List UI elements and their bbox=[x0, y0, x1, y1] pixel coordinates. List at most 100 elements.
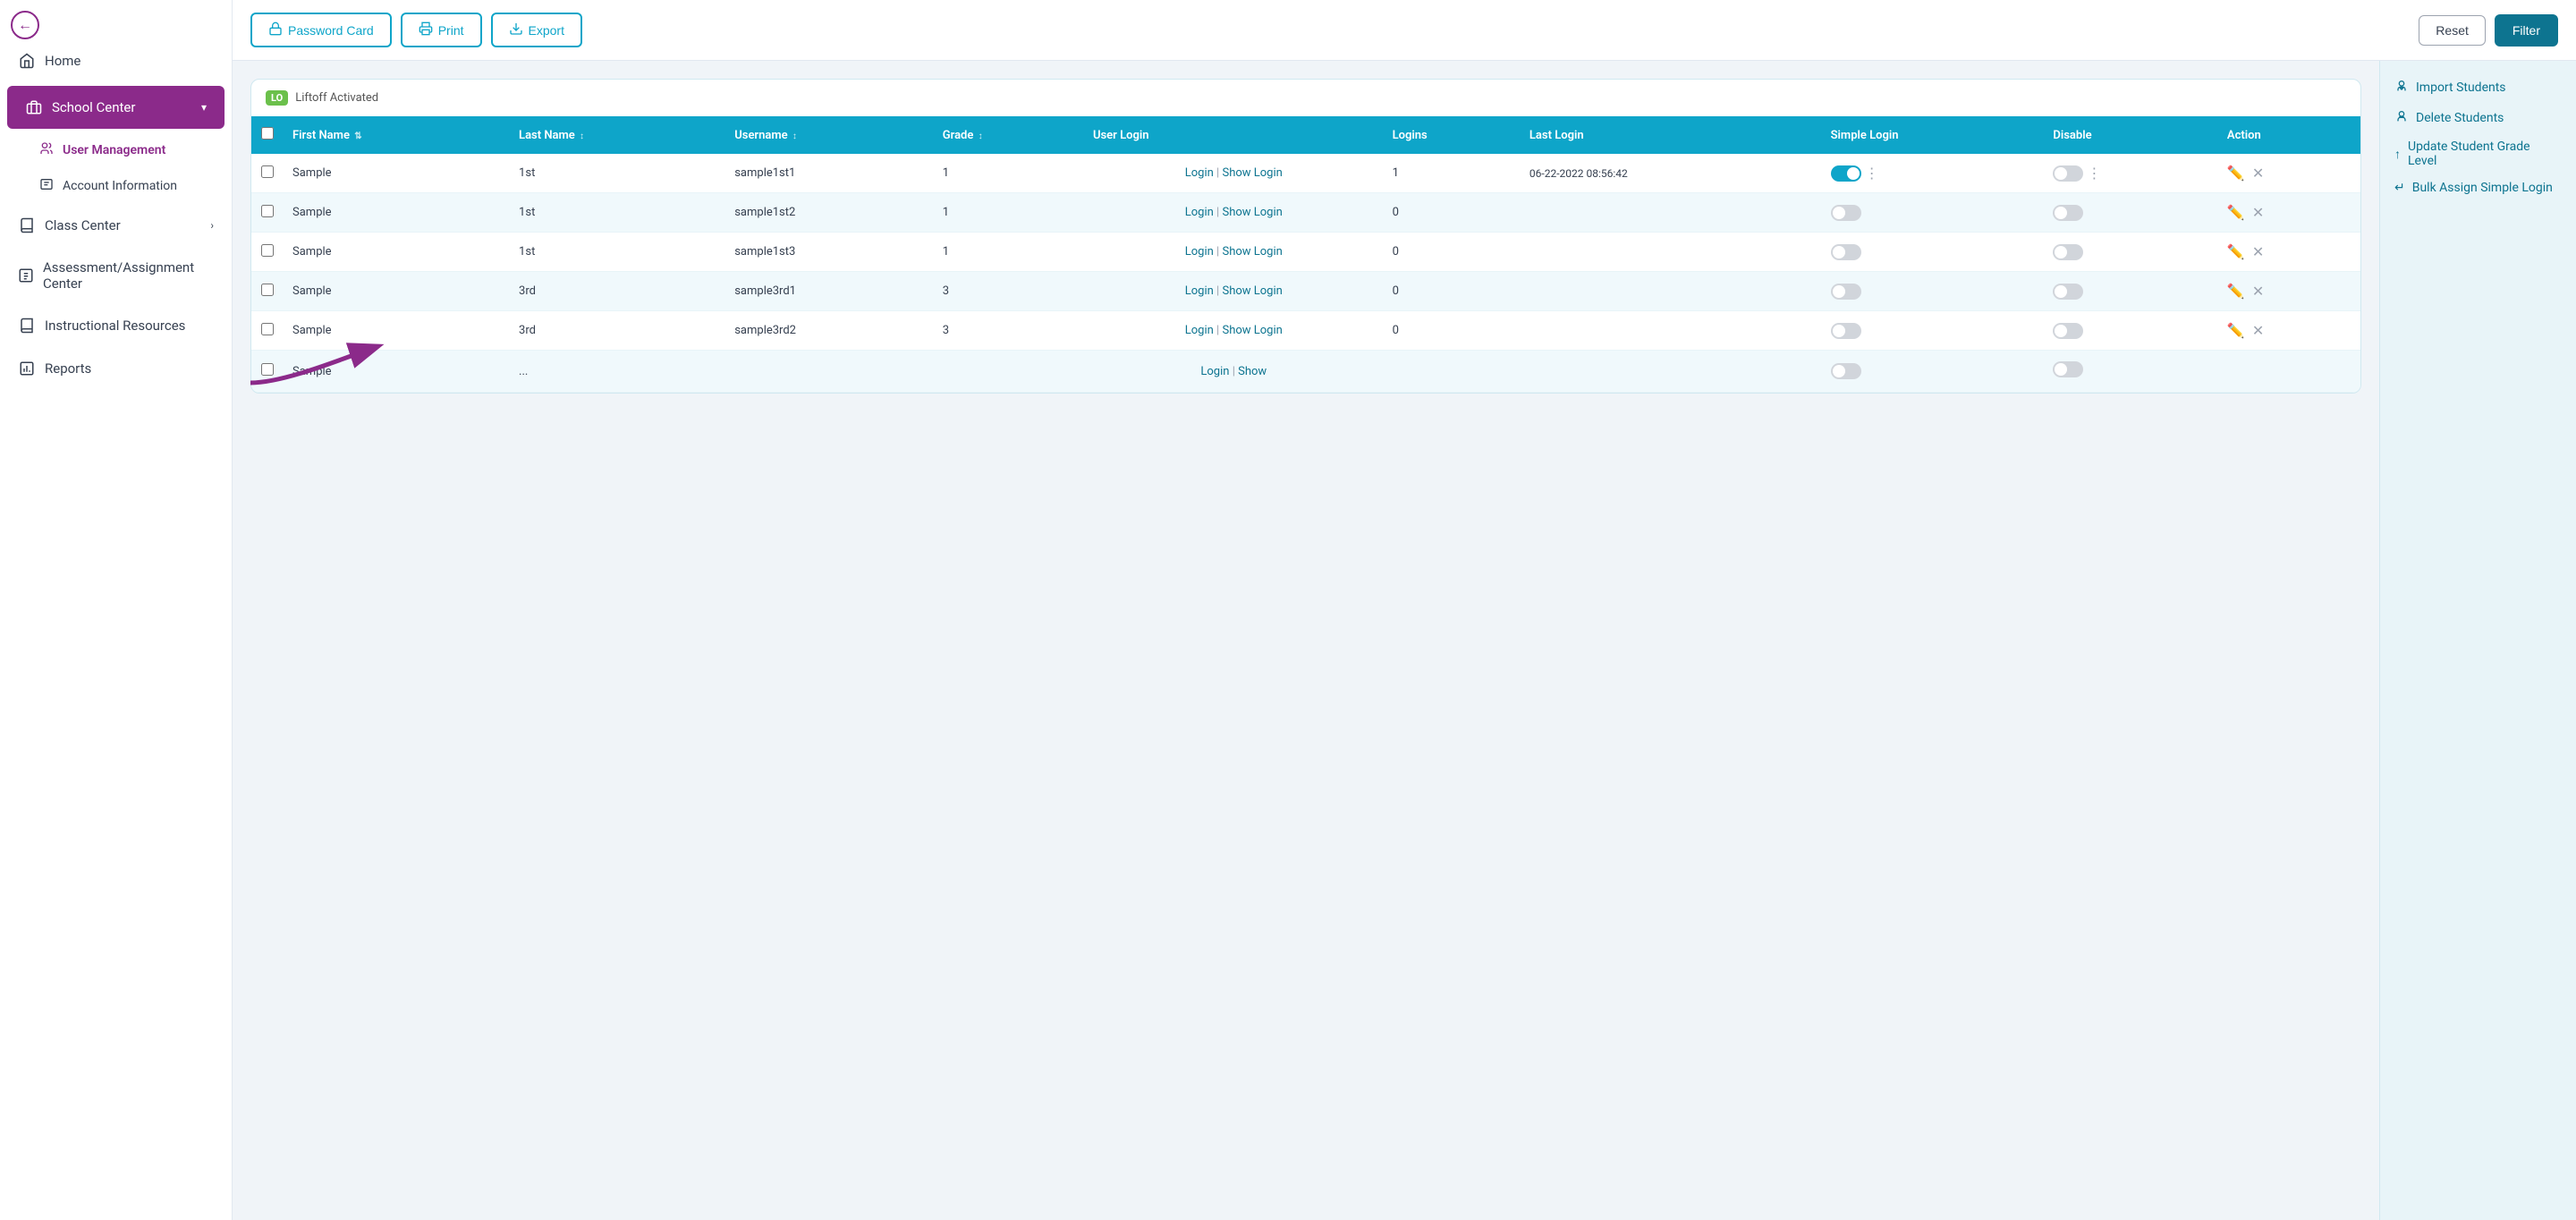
last-name-cell: 1st bbox=[510, 154, 725, 193]
disable-toggle[interactable] bbox=[2053, 284, 2083, 300]
export-button[interactable]: Export bbox=[491, 13, 582, 47]
sort-icon-grade[interactable]: ↕ bbox=[979, 131, 983, 141]
table-row: Sample ... Login | Show bbox=[251, 351, 2360, 393]
edit-button[interactable]: ✏️ bbox=[2227, 283, 2245, 300]
password-card-button[interactable]: Password Card bbox=[250, 13, 392, 47]
import-students-link[interactable]: Import Students bbox=[2394, 79, 2562, 97]
table-header-action: Action bbox=[2218, 116, 2360, 154]
delete-button[interactable]: ✕ bbox=[2252, 322, 2264, 339]
print-button[interactable]: Print bbox=[401, 13, 482, 47]
select-all-checkbox[interactable] bbox=[261, 127, 274, 140]
login-link[interactable]: Login bbox=[1185, 245, 1214, 258]
sidebar-item-class-center[interactable]: Class Center › bbox=[0, 204, 232, 247]
action-cell: ✏️ ✕ bbox=[2218, 272, 2360, 311]
sidebar-item-home[interactable]: Home bbox=[0, 39, 232, 82]
login-link[interactable]: Login bbox=[1185, 324, 1214, 337]
first-name-cell: Sample bbox=[284, 193, 510, 233]
delete-button[interactable]: ✕ bbox=[2252, 165, 2264, 182]
class-icon bbox=[18, 216, 36, 234]
simple-login-toggle[interactable] bbox=[1831, 165, 1861, 182]
back-button[interactable]: ← bbox=[11, 11, 39, 39]
row-checkbox[interactable] bbox=[261, 244, 274, 257]
bulk-assign-link[interactable]: ↵ Bulk Assign Simple Login bbox=[2394, 181, 2562, 195]
resources-icon bbox=[18, 317, 36, 335]
reports-icon bbox=[18, 360, 36, 377]
disable-cell: ⋮ bbox=[2044, 154, 2217, 193]
username-cell: sample3rd2 bbox=[725, 311, 934, 351]
username-cell: sample3rd1 bbox=[725, 272, 934, 311]
row-checkbox[interactable] bbox=[261, 363, 274, 376]
sidebar-item-assessment-center[interactable]: Assessment/Assignment Center bbox=[0, 247, 232, 304]
disable-toggle[interactable] bbox=[2053, 323, 2083, 339]
login-link[interactable]: Login bbox=[1185, 284, 1214, 298]
simple-login-toggle[interactable] bbox=[1831, 284, 1861, 300]
export-icon bbox=[509, 21, 523, 38]
simple-login-cell bbox=[1822, 233, 2045, 272]
row-checkbox[interactable] bbox=[261, 284, 274, 296]
edit-button[interactable]: ✏️ bbox=[2227, 322, 2245, 339]
simple-login-toggle[interactable] bbox=[1831, 244, 1861, 260]
user-login-cell: Login | Show Login bbox=[1084, 272, 1384, 311]
logins-cell: 0 bbox=[1384, 233, 1521, 272]
grade-cell: 1 bbox=[934, 233, 1084, 272]
disable-toggle[interactable] bbox=[2053, 205, 2083, 221]
edit-button[interactable]: ✏️ bbox=[2227, 204, 2245, 221]
delete-students-link[interactable]: Delete Students bbox=[2394, 109, 2562, 127]
filter-button[interactable]: Filter bbox=[2495, 14, 2558, 47]
sort-icon[interactable]: ⇅ bbox=[354, 131, 361, 141]
sort-icon-username[interactable]: ↕ bbox=[792, 131, 797, 141]
show-login-link[interactable]: Show Login bbox=[1222, 324, 1282, 337]
students-table: First Name ⇅ Last Name ↕ Username ↕ Grad… bbox=[251, 116, 2360, 393]
table-row: Sample 3rd sample3rd2 3 Login | Show Log… bbox=[251, 311, 2360, 351]
sidebar-item-account-information[interactable]: Account Information bbox=[0, 168, 232, 204]
account-information-label: Account Information bbox=[63, 179, 177, 193]
disable-toggle[interactable] bbox=[2053, 165, 2083, 182]
table-header-grade: Grade ↕ bbox=[934, 116, 1084, 154]
last-login-cell bbox=[1521, 311, 1822, 351]
update-grade-level-link[interactable]: ↑ Update Student Grade Level bbox=[2394, 140, 2562, 168]
disable-toggle[interactable] bbox=[2053, 244, 2083, 260]
print-icon bbox=[419, 21, 433, 38]
simple-login-toggle[interactable] bbox=[1831, 363, 1861, 379]
logins-cell: 1 bbox=[1384, 154, 1521, 193]
delete-button[interactable]: ✕ bbox=[2252, 283, 2264, 300]
grade-cell: 1 bbox=[934, 193, 1084, 233]
show-login-link[interactable]: Show Login bbox=[1222, 245, 1282, 258]
simple-login-toggle[interactable] bbox=[1831, 323, 1861, 339]
edit-button[interactable]: ✏️ bbox=[2227, 243, 2245, 260]
simple-login-toggle[interactable] bbox=[1831, 205, 1861, 221]
login-link[interactable]: Login bbox=[1185, 206, 1214, 219]
grade-cell bbox=[934, 351, 1084, 393]
login-link[interactable]: Login bbox=[1200, 365, 1229, 378]
row-checkbox[interactable] bbox=[261, 165, 274, 178]
delete-button[interactable]: ✕ bbox=[2252, 243, 2264, 260]
row-checkbox[interactable] bbox=[261, 323, 274, 335]
edit-button[interactable]: ✏️ bbox=[2227, 165, 2245, 182]
show-login-link[interactable]: Show Login bbox=[1222, 206, 1282, 219]
disable-toggle[interactable] bbox=[2053, 361, 2083, 377]
chevron-down-icon: ▾ bbox=[201, 101, 207, 114]
toolbar: Password Card Print Export Reset Filter bbox=[233, 0, 2576, 61]
login-link[interactable]: Login bbox=[1185, 166, 1214, 180]
delete-button[interactable]: ✕ bbox=[2252, 204, 2264, 221]
sidebar-item-instructional-resources[interactable]: Instructional Resources bbox=[0, 304, 232, 347]
row-checkbox[interactable] bbox=[261, 205, 274, 217]
last-login-cell bbox=[1521, 351, 1822, 393]
sidebar-item-school-center[interactable]: School Center ▾ bbox=[7, 86, 225, 129]
action-cell: ✏️ ✕ bbox=[2218, 154, 2360, 193]
show-login-link[interactable]: Show Login bbox=[1222, 166, 1282, 180]
show-login-link[interactable]: Show bbox=[1238, 365, 1267, 378]
sidebar-item-reports[interactable]: Reports bbox=[0, 347, 232, 390]
delete-students-label: Delete Students bbox=[2416, 111, 2504, 125]
show-login-link[interactable]: Show Login bbox=[1222, 284, 1282, 298]
first-name-cell: Sample bbox=[284, 351, 510, 393]
reset-button[interactable]: Reset bbox=[2419, 15, 2486, 46]
simple-login-dots[interactable]: ⋮ bbox=[1865, 165, 1880, 182]
import-icon bbox=[2394, 79, 2409, 97]
sort-icon-lastname[interactable]: ↕ bbox=[580, 131, 584, 141]
simple-login-cell bbox=[1822, 311, 2045, 351]
disable-cell bbox=[2044, 272, 2217, 311]
sidebar-item-user-management[interactable]: User Management bbox=[0, 132, 232, 168]
disable-dots[interactable]: ⋮ bbox=[2087, 165, 2102, 182]
logins-cell: 0 bbox=[1384, 272, 1521, 311]
